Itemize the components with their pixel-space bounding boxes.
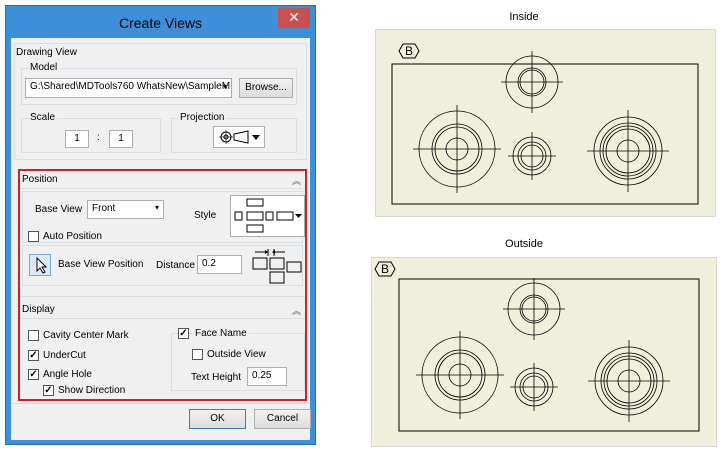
outside-drawing: B (371, 257, 717, 447)
outside-title: Outside (505, 238, 543, 250)
dialog-client: Drawing View Model G:\Shared\MDTools760 … (11, 38, 311, 440)
scale-numerator-input[interactable]: 1 (65, 130, 89, 148)
browse-button[interactable]: Browse... (239, 78, 293, 98)
create-views-dialog: Create Views ✕ Drawing View Model G:\Sha… (5, 5, 316, 445)
close-icon: ✕ (288, 9, 300, 25)
drawing-view-heading: Drawing View (16, 47, 77, 58)
model-label: Model (28, 62, 60, 73)
cancel-button[interactable]: Cancel (254, 409, 311, 429)
chevron-down-icon: ▾ (223, 82, 228, 91)
dialog-title: Create Views (118, 15, 202, 31)
model-path-value: G:\Shared\MDTools760 WhatsNew\SampleM (30, 81, 231, 92)
scale-separator: : (97, 132, 100, 143)
model-path-select[interactable]: G:\Shared\MDTools760 WhatsNew\SampleM (25, 78, 232, 98)
title-bar[interactable]: Create Views ✕ (6, 6, 315, 37)
divider (11, 403, 310, 404)
scale-denominator-input[interactable]: 1 (109, 130, 133, 148)
inside-badge: B (405, 44, 413, 58)
projection-dropdown[interactable] (213, 126, 265, 148)
scale-group: Scale (21, 112, 161, 153)
third-angle-projection-icon (219, 130, 260, 144)
inside-drawing: B (375, 29, 716, 217)
inside-title: Inside (509, 11, 539, 23)
projection-label: Projection (178, 112, 227, 123)
outside-badge: B (381, 262, 389, 276)
ok-button[interactable]: OK (189, 409, 246, 429)
close-button[interactable]: ✕ (278, 8, 310, 28)
scale-label: Scale (28, 112, 58, 123)
position-display-highlight (18, 169, 307, 401)
